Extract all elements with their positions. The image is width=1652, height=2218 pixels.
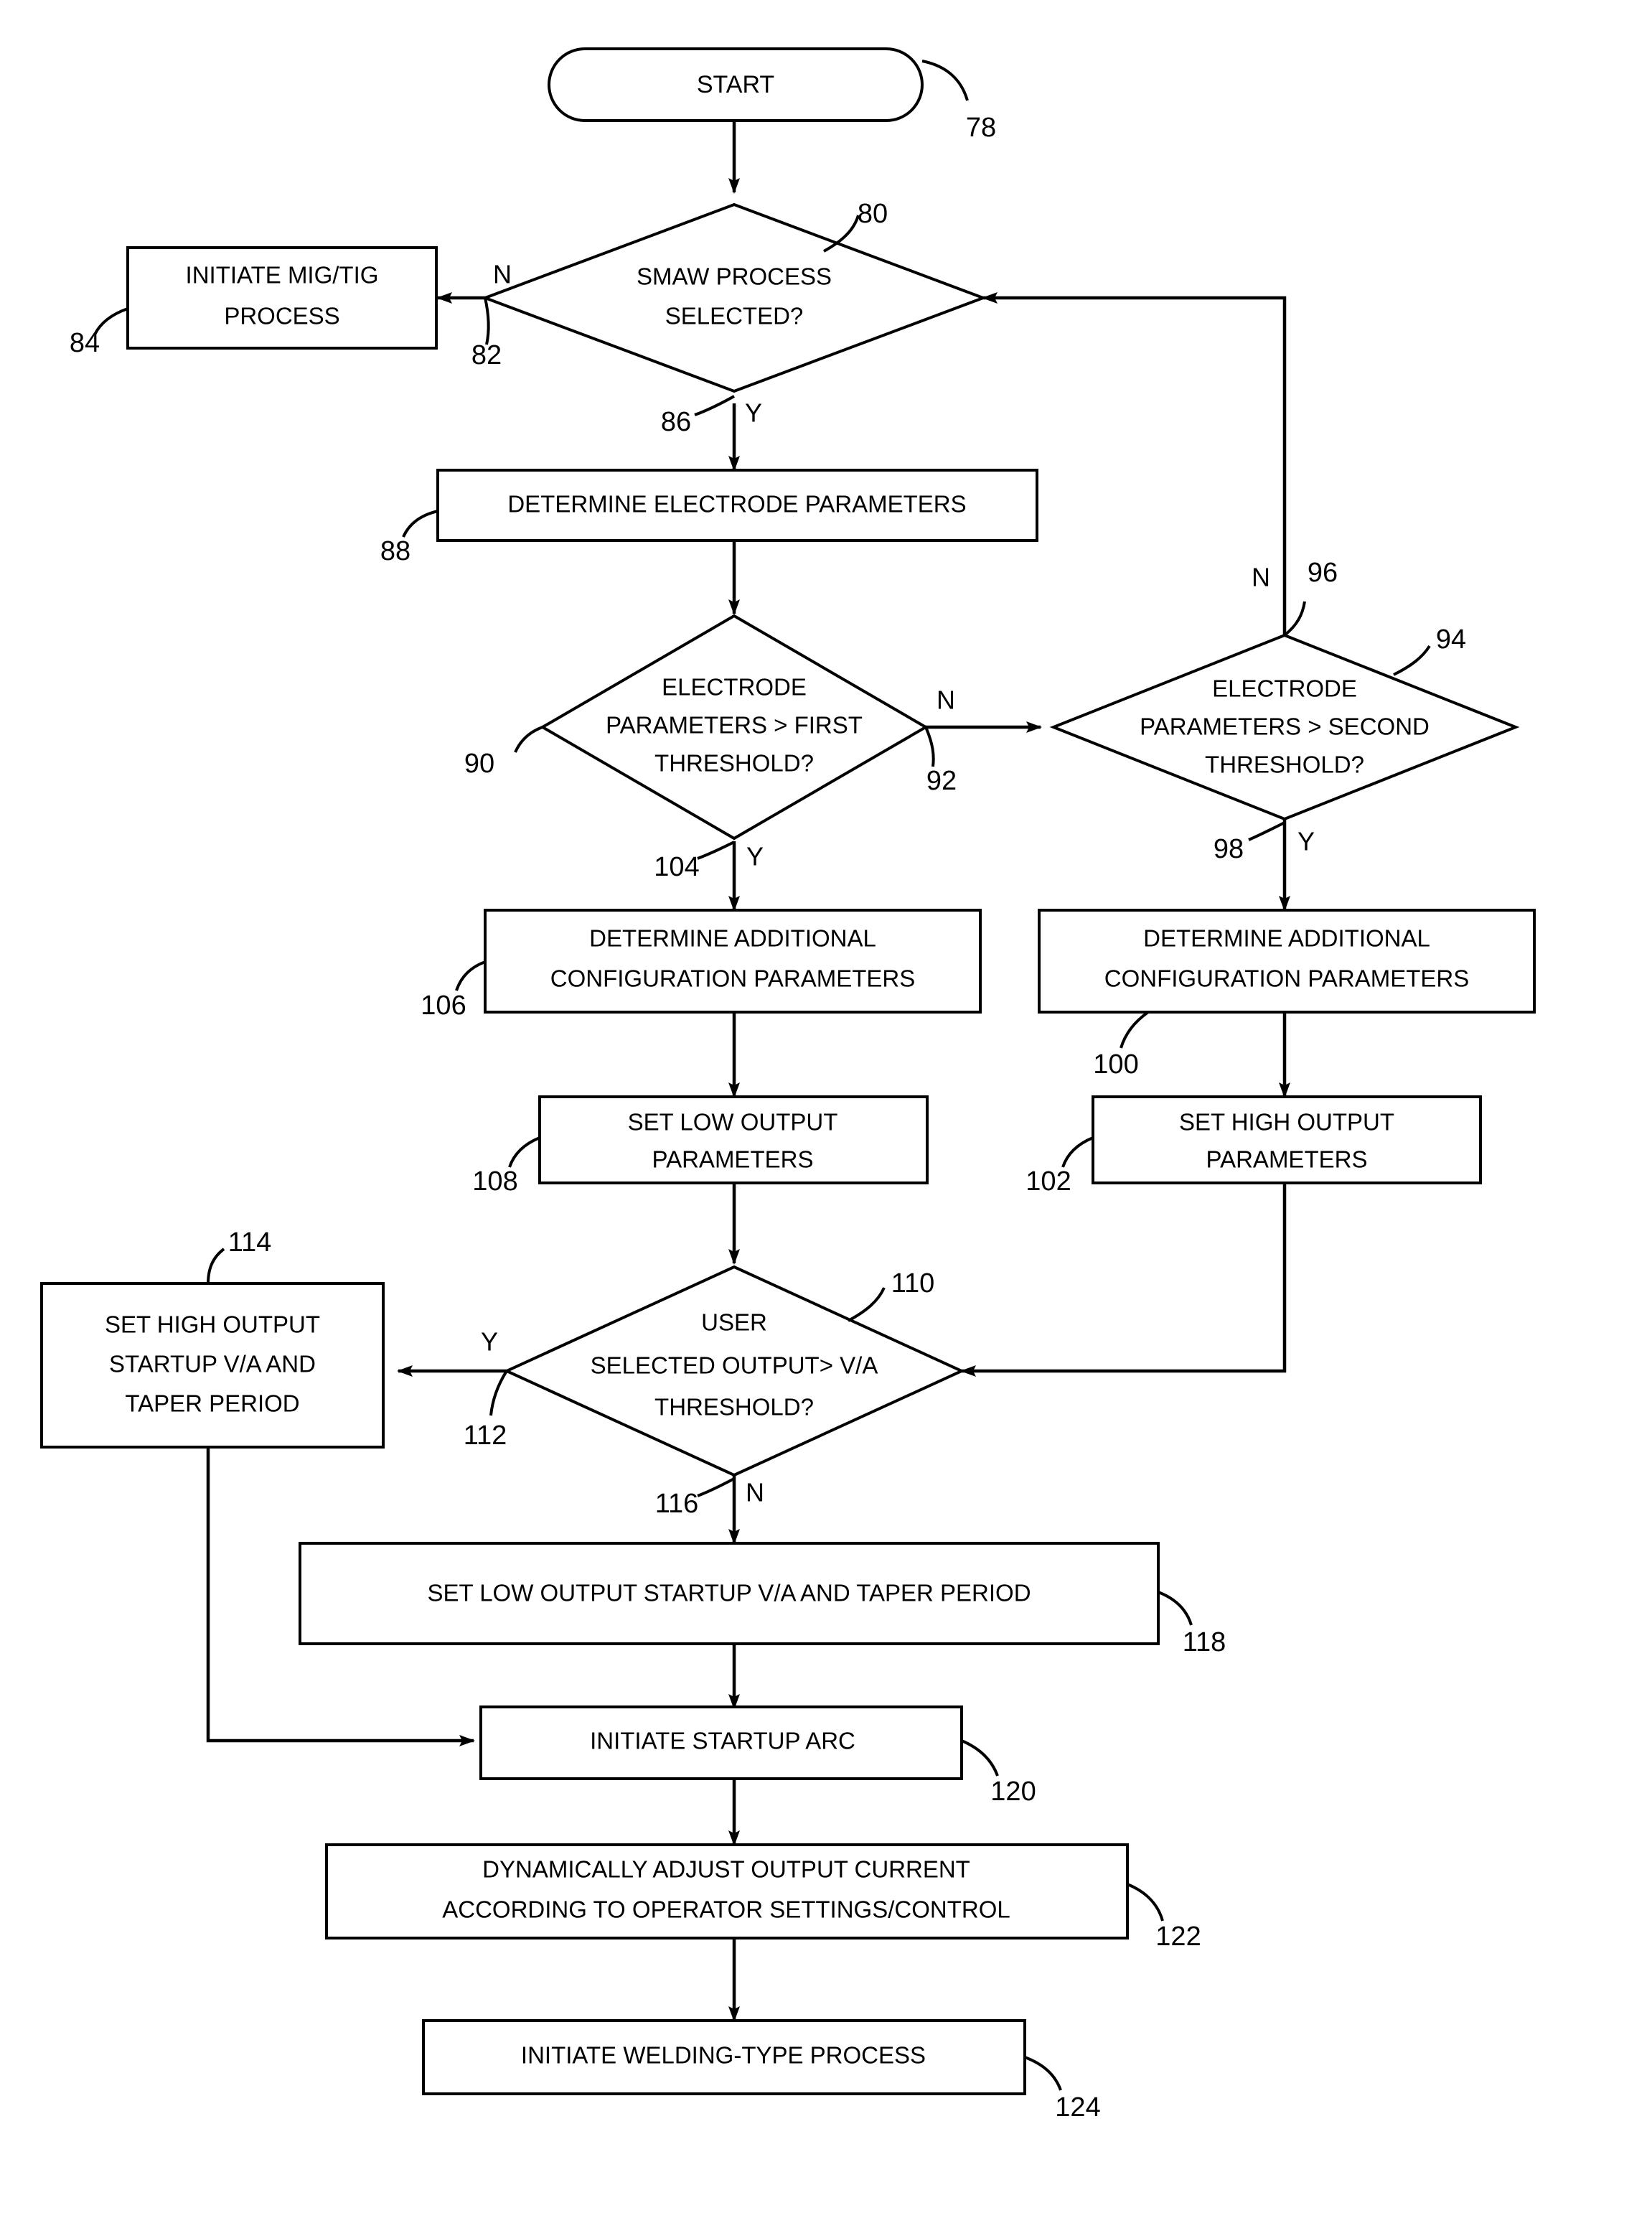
- node-start: START 78: [548, 47, 996, 143]
- connector-set-high-to-user-decision: [960, 1183, 1287, 1377]
- ref-110: 110: [891, 1268, 935, 1298]
- node-first-threshold-decision: ELECTRODE PARAMETERS > FIRST THRESHOLD? …: [464, 614, 957, 882]
- node-set-high-startup: SET HIGH OUTPUT STARTUP V/A AND TAPER PE…: [40, 1227, 385, 1449]
- node-config-left-line2: CONFIGURATION PARAMETERS: [550, 965, 915, 992]
- node-set-high-output: SET HIGH OUTPUT PARAMETERS 102: [1026, 1095, 1482, 1197]
- ref-82: 82: [471, 340, 502, 370]
- branch-label-smaw-no: N: [493, 260, 512, 289]
- ref-100: 100: [1093, 1049, 1138, 1080]
- ref-104: 104: [654, 852, 699, 882]
- node-second-threshold-line3: THRESHOLD?: [1205, 752, 1364, 778]
- node-dynamically-adjust: DYNAMICALLY ADJUST OUTPUT CURRENT ACCORD…: [325, 1843, 1201, 1952]
- ref-112: 112: [464, 1421, 507, 1451]
- ref-80: 80: [858, 199, 888, 229]
- branch-label-first-no: N: [937, 685, 955, 715]
- node-second-threshold-line2: PARAMETERS > SECOND: [1140, 713, 1430, 740]
- connector-second-no-to-smaw: [982, 292, 1287, 635]
- node-initiate-startup-arc: INITIATE STARTUP ARC 120: [479, 1705, 1036, 1807]
- node-first-threshold-line2: PARAMETERS > FIRST: [606, 712, 863, 739]
- node-first-threshold-line1: ELECTRODE: [662, 674, 807, 701]
- node-migtig-line1: INITIATE MIG/TIG: [186, 262, 379, 289]
- node-set-low-output-line1: SET LOW OUTPUT: [628, 1109, 838, 1136]
- node-additional-config-right: DETERMINE ADDITIONAL CONFIGURATION PARAM…: [1038, 909, 1536, 1080]
- node-smaw-decision-line1: SMAW PROCESS: [637, 263, 832, 290]
- ref-108: 108: [472, 1166, 517, 1197]
- node-user-decision-line3: THRESHOLD?: [654, 1394, 814, 1421]
- node-migtig-line2: PROCESS: [224, 303, 339, 329]
- node-config-right-line2: CONFIGURATION PARAMETERS: [1104, 965, 1469, 992]
- node-determine-electrode: DETERMINE ELECTRODE PARAMETERS 88: [380, 469, 1038, 566]
- branch-label-first-yes: Y: [746, 842, 764, 871]
- node-user-decision-line1: USER: [701, 1309, 767, 1336]
- node-start-label: START: [697, 71, 774, 98]
- node-smaw-decision: SMAW PROCESS SELECTED? 80 N 82 Y 86: [471, 199, 987, 437]
- ref-114: 114: [228, 1227, 272, 1258]
- ref-92: 92: [926, 766, 957, 796]
- ref-88: 88: [380, 536, 410, 566]
- node-high-startup-line1: SET HIGH OUTPUT: [105, 1311, 320, 1338]
- ref-102: 102: [1026, 1166, 1071, 1197]
- node-low-startup-label: SET LOW OUTPUT STARTUP V/A AND TAPER PER…: [427, 1580, 1031, 1606]
- node-first-threshold-line3: THRESHOLD?: [654, 750, 814, 777]
- ref-118: 118: [1183, 1627, 1226, 1657]
- ref-90: 90: [464, 749, 494, 779]
- node-second-threshold-line1: ELECTRODE: [1212, 675, 1357, 702]
- ref-120: 120: [990, 1777, 1036, 1807]
- node-dynamic-adjust-line2: ACCORDING TO OPERATOR SETTINGS/CONTROL: [442, 1896, 1010, 1923]
- ref-106: 106: [421, 991, 466, 1021]
- node-initiate-welding: INITIATE WELDING-TYPE PROCESS 124: [422, 2019, 1101, 2123]
- branch-label-smaw-yes: Y: [745, 398, 762, 428]
- node-config-right-line1: DETERMINE ADDITIONAL: [1143, 925, 1430, 952]
- node-set-low-output-line2: PARAMETERS: [652, 1146, 814, 1173]
- node-additional-config-left: DETERMINE ADDITIONAL CONFIGURATION PARAM…: [421, 909, 982, 1021]
- node-high-startup-line3: TAPER PERIOD: [125, 1390, 299, 1417]
- node-smaw-decision-line2: SELECTED?: [665, 303, 804, 329]
- flowchart-canvas: START 78 SMAW PROCESS SELECTED? 80 N 82 …: [40, 47, 1536, 2123]
- node-set-high-output-line1: SET HIGH OUTPUT: [1179, 1109, 1394, 1136]
- branch-label-user-no: N: [746, 1478, 764, 1507]
- branch-label-user-yes: Y: [481, 1327, 498, 1357]
- ref-122: 122: [1155, 1922, 1201, 1952]
- node-set-low-startup: SET LOW OUTPUT STARTUP V/A AND TAPER PER…: [299, 1542, 1226, 1657]
- node-initiate-migtig: INITIATE MIG/TIG PROCESS 84: [70, 246, 438, 358]
- node-config-left-line1: DETERMINE ADDITIONAL: [589, 925, 876, 952]
- node-startup-arc-label: INITIATE STARTUP ARC: [590, 1728, 855, 1754]
- ref-86: 86: [661, 407, 691, 437]
- ref-98: 98: [1214, 834, 1244, 864]
- ref-78: 78: [966, 113, 996, 143]
- ref-94: 94: [1436, 624, 1466, 655]
- node-set-low-output: SET LOW OUTPUT PARAMETERS 108: [472, 1095, 929, 1197]
- ref-96: 96: [1308, 558, 1338, 588]
- ref-84: 84: [70, 328, 100, 358]
- branch-label-second-no: N: [1252, 563, 1270, 592]
- ref-116: 116: [655, 1489, 699, 1519]
- node-dynamic-adjust-line1: DYNAMICALLY ADJUST OUTPUT CURRENT: [482, 1856, 970, 1883]
- node-initiate-welding-label: INITIATE WELDING-TYPE PROCESS: [521, 2042, 926, 2069]
- ref-124: 124: [1055, 2092, 1100, 2123]
- node-user-decision-line2: SELECTED OUTPUT> V/A: [591, 1352, 878, 1379]
- flowchart-figure: START 78 SMAW PROCESS SELECTED? 80 N 82 …: [0, 0, 1652, 2218]
- node-determine-electrode-label: DETERMINE ELECTRODE PARAMETERS: [507, 491, 966, 518]
- node-high-startup-line2: STARTUP V/A AND: [109, 1351, 316, 1377]
- branch-label-second-yes: Y: [1297, 827, 1315, 856]
- node-user-selected-decision: USER SELECTED OUTPUT> V/A THRESHOLD? 110…: [464, 1265, 965, 1519]
- node-set-high-output-line2: PARAMETERS: [1206, 1146, 1368, 1173]
